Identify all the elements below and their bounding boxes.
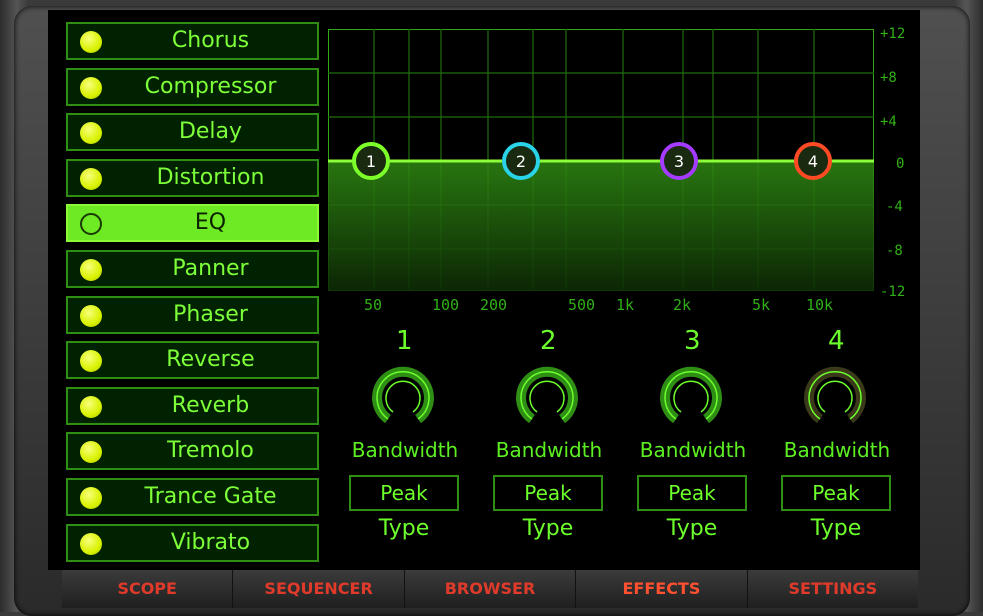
toggle-led-icon[interactable] <box>80 122 102 145</box>
db-label: -12 <box>880 284 906 300</box>
bandwidth-knob-4[interactable] <box>803 366 867 430</box>
freq-label: 100 <box>432 296 460 314</box>
effect-item-tremolo[interactable]: Tremolo <box>66 432 319 471</box>
freq-label: 10k <box>806 296 834 314</box>
eq-node-label: 1 <box>366 152 376 171</box>
effect-label: Tremolo <box>167 438 254 464</box>
effect-item-chorus[interactable]: Chorus <box>66 22 319 60</box>
effect-label: Delay <box>178 119 243 145</box>
effect-label: Compressor <box>144 73 277 99</box>
effect-label: Trance Gate <box>144 483 277 509</box>
eq-node-label: 2 <box>516 152 526 171</box>
type-label: Type <box>810 516 862 541</box>
db-label: -4 <box>886 199 903 215</box>
eq-curve-fill <box>328 161 874 291</box>
band-number: 3 <box>684 326 701 356</box>
effect-item-trance-gate[interactable]: Trance Gate <box>66 477 319 516</box>
effect-label: Panner <box>172 255 249 281</box>
db-label: 0 <box>896 156 905 172</box>
type-select-3[interactable]: Peak <box>637 475 747 511</box>
toggle-led-icon[interactable] <box>80 76 102 99</box>
freq-label: 500 <box>568 296 596 314</box>
effect-item-delay[interactable]: Delay <box>66 113 319 152</box>
effect-label: Reverse <box>166 347 255 373</box>
effect-item-reverse[interactable]: Reverse <box>66 341 319 380</box>
effect-item-eq[interactable]: EQ <box>66 204 319 243</box>
toggle-led-icon[interactable] <box>80 31 102 53</box>
eq-node-2[interactable]: 2 <box>502 142 540 180</box>
db-label: +4 <box>880 114 897 130</box>
tab-browser[interactable]: BROWSER <box>405 570 577 608</box>
effect-label: Reverb <box>171 392 250 418</box>
freq-label: 1k <box>616 296 635 314</box>
tab-effects[interactable]: EFFECTS <box>576 570 748 608</box>
eq-node-label: 3 <box>674 152 684 171</box>
toggle-led-icon[interactable] <box>80 167 102 190</box>
effect-label: Phaser <box>173 301 248 327</box>
toggle-led-icon[interactable] <box>80 395 102 418</box>
effect-label: Chorus <box>171 28 250 53</box>
bandwidth-knob-3[interactable] <box>659 366 723 430</box>
db-label: +8 <box>880 70 897 86</box>
db-label: -8 <box>886 243 903 259</box>
band-number: 2 <box>540 326 557 356</box>
band-number: 1 <box>396 326 413 356</box>
type-select-1[interactable]: Peak <box>349 475 459 511</box>
effect-label: Vibrato <box>170 529 251 555</box>
bandwidth-knob-2[interactable] <box>515 366 579 430</box>
tab-scope[interactable]: SCOPE <box>62 570 234 608</box>
freq-label: 50 <box>364 296 383 314</box>
bandwidth-label: Bandwidth <box>495 438 603 462</box>
eq-node-3[interactable]: 3 <box>660 142 698 180</box>
effect-item-vibrato[interactable]: Vibrato <box>66 523 319 562</box>
effect-label: EQ <box>194 210 227 236</box>
tab-settings[interactable]: SETTINGS <box>748 570 918 608</box>
type-select-4[interactable]: Peak <box>781 475 891 511</box>
effect-item-distortion[interactable]: Distortion <box>66 158 319 197</box>
toggle-led-icon[interactable] <box>80 441 102 464</box>
bandwidth-label: Bandwidth <box>639 438 747 462</box>
effects-list: Chorus Compressor Delay Distortion EQ Pa… <box>66 22 319 569</box>
freq-label: 5k <box>752 296 771 314</box>
bandwidth-label: Bandwidth <box>783 438 891 462</box>
eq-node-1[interactable]: 1 <box>352 142 390 180</box>
db-label: +12 <box>880 26 906 42</box>
bottom-tab-bar: SCOPE SEQUENCER BROWSER EFFECTS SETTINGS <box>62 570 918 608</box>
type-label: Type <box>666 516 718 541</box>
bandwidth-label: Bandwidth <box>351 438 459 462</box>
effect-label: Distortion <box>156 164 265 190</box>
effect-item-panner[interactable]: Panner <box>66 249 319 288</box>
tab-sequencer[interactable]: SEQUENCER <box>233 570 405 608</box>
toggle-led-icon[interactable] <box>80 258 102 281</box>
toggle-led-icon[interactable] <box>80 486 102 509</box>
eq-node-4[interactable]: 4 <box>794 142 832 180</box>
effect-item-compressor[interactable]: Compressor <box>66 67 319 106</box>
eq-graph-svg: 1 2 3 4 <box>327 28 875 292</box>
toggle-led-icon[interactable] <box>80 304 102 327</box>
band-number: 4 <box>828 326 845 356</box>
freq-label: 2k <box>673 296 692 314</box>
freq-label: 200 <box>480 296 508 314</box>
effect-item-reverb[interactable]: Reverb <box>66 386 319 425</box>
toggle-led-icon[interactable] <box>80 213 102 236</box>
type-label: Type <box>378 516 430 541</box>
effect-item-phaser[interactable]: Phaser <box>66 295 319 334</box>
eq-node-label: 4 <box>808 152 818 171</box>
bandwidth-knob-1[interactable] <box>371 366 435 430</box>
type-select-2[interactable]: Peak <box>493 475 603 511</box>
toggle-led-icon[interactable] <box>80 350 102 373</box>
eq-graph[interactable]: 1 2 3 4 <box>327 28 875 292</box>
toggle-led-icon[interactable] <box>80 532 102 555</box>
type-label: Type <box>522 516 574 541</box>
